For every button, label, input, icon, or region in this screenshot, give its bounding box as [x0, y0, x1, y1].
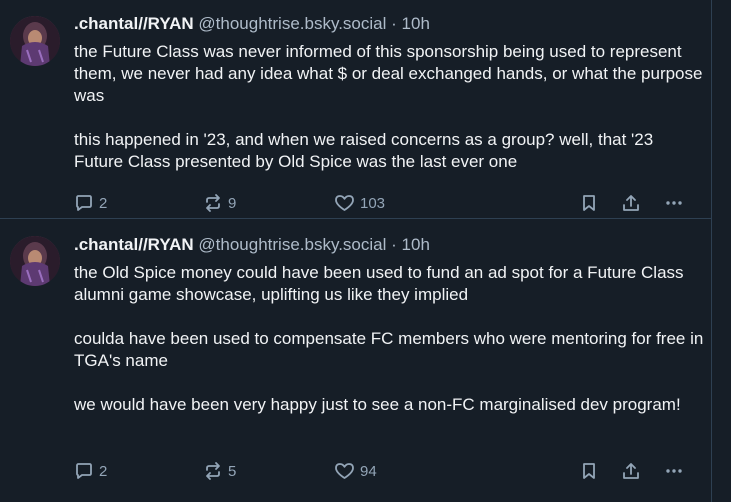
reply-count: 2 [99, 462, 108, 480]
reply-count: 2 [99, 194, 108, 212]
author-name[interactable]: .chantal//RYAN [74, 14, 194, 33]
timestamp[interactable]: 10h [402, 14, 430, 33]
repost-count: 9 [228, 194, 237, 212]
timestamp[interactable]: 10h [402, 235, 430, 254]
repost-button[interactable]: 5 [203, 459, 236, 483]
repost-button[interactable]: 9 [203, 191, 236, 215]
share-icon [621, 461, 641, 481]
reply-button[interactable]: 2 [74, 459, 107, 483]
post[interactable]: .chantal//RYAN @thoughtrise.bsky.social … [0, 0, 711, 218]
bookmark-icon [579, 461, 599, 481]
like-count: 94 [360, 462, 377, 480]
separator: · [391, 14, 397, 33]
post-paragraph: this happened in '23, and when we raised… [74, 130, 654, 171]
reply-button[interactable]: 2 [74, 191, 107, 215]
more-icon [664, 461, 684, 481]
more-options-button[interactable] [664, 191, 684, 215]
post[interactable]: .chantal//RYAN @thoughtrise.bsky.social … [0, 219, 711, 502]
bookmark-button[interactable] [579, 191, 599, 215]
separator: · [391, 235, 397, 254]
post-paragraph: the Old Spice money could have been used… [74, 263, 684, 304]
bookmark-button[interactable] [579, 459, 599, 483]
more-icon [664, 193, 684, 213]
repost-icon [203, 461, 223, 481]
post-paragraph: the Future Class was never informed of t… [74, 42, 703, 105]
author-handle[interactable]: @thoughtrise.bsky.social [198, 14, 386, 33]
avatar[interactable] [10, 16, 60, 66]
more-options-button[interactable] [664, 459, 684, 483]
post-text: the Future Class was never informed of t… [74, 41, 704, 173]
post-header: .chantal//RYAN @thoughtrise.bsky.social … [74, 14, 430, 34]
reply-icon [74, 193, 94, 213]
post-actions: 2 9 103 [74, 191, 704, 215]
heart-icon [334, 461, 355, 481]
repost-icon [203, 193, 223, 213]
post-text: the Old Spice money could have been used… [74, 262, 704, 416]
bookmark-icon [579, 193, 599, 213]
repost-count: 5 [228, 462, 237, 480]
heart-icon [334, 193, 355, 213]
post-actions: 2 5 94 [74, 459, 704, 483]
author-handle[interactable]: @thoughtrise.bsky.social [198, 235, 386, 254]
share-icon [621, 193, 641, 213]
like-button[interactable]: 103 [334, 191, 385, 215]
reply-icon [74, 461, 94, 481]
avatar[interactable] [10, 236, 60, 286]
thread-border [711, 0, 712, 502]
author-name[interactable]: .chantal//RYAN [74, 235, 194, 254]
post-paragraph: we would have been very happy just to se… [74, 395, 681, 414]
like-count: 103 [360, 194, 386, 212]
share-button[interactable] [621, 459, 641, 483]
post-header: .chantal//RYAN @thoughtrise.bsky.social … [74, 235, 430, 255]
share-button[interactable] [621, 191, 641, 215]
post-paragraph: coulda have been used to compensate FC m… [74, 329, 704, 370]
like-button[interactable]: 94 [334, 459, 377, 483]
